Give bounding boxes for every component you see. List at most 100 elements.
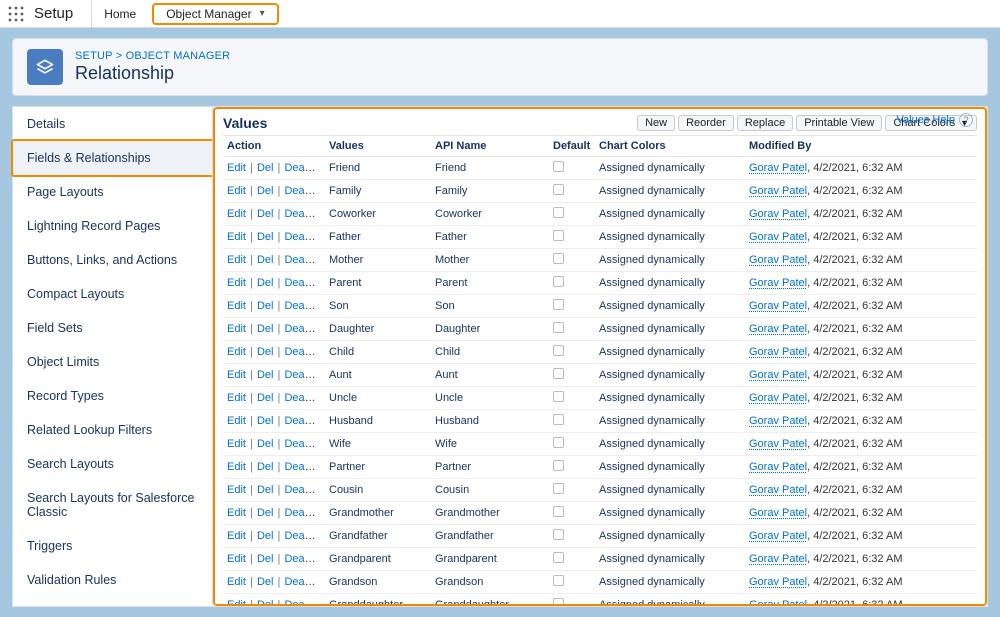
edit-link[interactable]: Edit xyxy=(227,231,246,243)
modified-by-link[interactable]: Gorav Patel xyxy=(749,162,807,174)
values-help-link[interactable]: Values Help xyxy=(897,114,956,126)
modified-by-link[interactable]: Gorav Patel xyxy=(749,576,807,588)
deactivate-link[interactable]: Deactivate xyxy=(284,254,325,266)
del-link[interactable]: Del xyxy=(257,277,274,289)
deactivate-link[interactable]: Deactivate xyxy=(284,484,325,496)
sidebar-item[interactable]: Triggers xyxy=(13,529,212,563)
del-link[interactable]: Del xyxy=(257,530,274,542)
sidebar-item[interactable]: Lightning Record Pages xyxy=(13,209,212,243)
modified-by-link[interactable]: Gorav Patel xyxy=(749,530,807,542)
deactivate-link[interactable]: Deactivate xyxy=(284,599,325,606)
deactivate-link[interactable]: Deactivate xyxy=(284,392,325,404)
edit-link[interactable]: Edit xyxy=(227,438,246,450)
modified-by-link[interactable]: Gorav Patel xyxy=(749,208,807,220)
modified-by-link[interactable]: Gorav Patel xyxy=(749,415,807,427)
del-link[interactable]: Del xyxy=(257,461,274,473)
modified-by-link[interactable]: Gorav Patel xyxy=(749,553,807,565)
del-link[interactable]: Del xyxy=(257,438,274,450)
reorder-button[interactable]: Reorder xyxy=(678,115,734,131)
del-link[interactable]: Del xyxy=(257,323,274,335)
del-link[interactable]: Del xyxy=(257,185,274,197)
modified-by-link[interactable]: Gorav Patel xyxy=(749,438,807,450)
deactivate-link[interactable]: Deactivate xyxy=(284,162,325,174)
deactivate-link[interactable]: Deactivate xyxy=(284,530,325,542)
del-link[interactable]: Del xyxy=(257,208,274,220)
sidebar-item[interactable]: Related Lookup Filters xyxy=(13,413,212,447)
edit-link[interactable]: Edit xyxy=(227,300,246,312)
deactivate-link[interactable]: Deactivate xyxy=(284,369,325,381)
modified-by-link[interactable]: Gorav Patel xyxy=(749,277,807,289)
sidebar-item[interactable]: Details xyxy=(13,107,212,141)
modified-by-link[interactable]: Gorav Patel xyxy=(749,346,807,358)
del-link[interactable]: Del xyxy=(257,415,274,427)
edit-link[interactable]: Edit xyxy=(227,369,246,381)
deactivate-link[interactable]: Deactivate xyxy=(284,576,325,588)
del-link[interactable]: Del xyxy=(257,162,274,174)
deactivate-link[interactable]: Deactivate xyxy=(284,277,325,289)
sidebar-item[interactable]: Page Layouts xyxy=(13,175,212,209)
help-icon[interactable]: ? xyxy=(959,113,973,127)
edit-link[interactable]: Edit xyxy=(227,323,246,335)
modified-by-link[interactable]: Gorav Patel xyxy=(749,392,807,404)
edit-link[interactable]: Edit xyxy=(227,392,246,404)
replace-button[interactable]: Replace xyxy=(737,115,793,131)
sidebar-item[interactable]: Field Sets xyxy=(13,311,212,345)
deactivate-link[interactable]: Deactivate xyxy=(284,553,325,565)
sidebar-item[interactable]: Fields & Relationships xyxy=(13,141,212,175)
edit-link[interactable]: Edit xyxy=(227,484,246,496)
printable-view-button[interactable]: Printable View xyxy=(796,115,882,131)
breadcrumb-object-manager[interactable]: OBJECT MANAGER xyxy=(126,50,231,62)
modified-by-link[interactable]: Gorav Patel xyxy=(749,323,807,335)
deactivate-link[interactable]: Deactivate xyxy=(284,231,325,243)
edit-link[interactable]: Edit xyxy=(227,415,246,427)
del-link[interactable]: Del xyxy=(257,576,274,588)
edit-link[interactable]: Edit xyxy=(227,277,246,289)
deactivate-link[interactable]: Deactivate xyxy=(284,346,325,358)
modified-by-link[interactable]: Gorav Patel xyxy=(749,484,807,496)
modified-by-link[interactable]: Gorav Patel xyxy=(749,507,807,519)
edit-link[interactable]: Edit xyxy=(227,208,246,220)
del-link[interactable]: Del xyxy=(257,346,274,358)
modified-by-link[interactable]: Gorav Patel xyxy=(749,254,807,266)
deactivate-link[interactable]: Deactivate xyxy=(284,461,325,473)
edit-link[interactable]: Edit xyxy=(227,461,246,473)
edit-link[interactable]: Edit xyxy=(227,599,246,606)
del-link[interactable]: Del xyxy=(257,231,274,243)
deactivate-link[interactable]: Deactivate xyxy=(284,438,325,450)
sidebar-item[interactable]: Validation Rules xyxy=(13,563,212,597)
del-link[interactable]: Del xyxy=(257,599,274,606)
sidebar-item[interactable]: Compact Layouts xyxy=(13,277,212,311)
edit-link[interactable]: Edit xyxy=(227,530,246,542)
modified-by-link[interactable]: Gorav Patel xyxy=(749,369,807,381)
del-link[interactable]: Del xyxy=(257,300,274,312)
deactivate-link[interactable]: Deactivate xyxy=(284,300,325,312)
del-link[interactable]: Del xyxy=(257,484,274,496)
del-link[interactable]: Del xyxy=(257,507,274,519)
del-link[interactable]: Del xyxy=(257,254,274,266)
deactivate-link[interactable]: Deactivate xyxy=(284,185,325,197)
deactivate-link[interactable]: Deactivate xyxy=(284,507,325,519)
sidebar-item[interactable]: Record Types xyxy=(13,379,212,413)
edit-link[interactable]: Edit xyxy=(227,576,246,588)
app-launcher-icon[interactable] xyxy=(6,4,26,24)
modified-by-link[interactable]: Gorav Patel xyxy=(749,461,807,473)
sidebar-item[interactable]: Object Limits xyxy=(13,345,212,379)
modified-by-link[interactable]: Gorav Patel xyxy=(749,231,807,243)
deactivate-link[interactable]: Deactivate xyxy=(284,323,325,335)
edit-link[interactable]: Edit xyxy=(227,507,246,519)
edit-link[interactable]: Edit xyxy=(227,162,246,174)
tab-home[interactable]: Home xyxy=(91,0,148,28)
del-link[interactable]: Del xyxy=(257,553,274,565)
modified-by-link[interactable]: Gorav Patel xyxy=(749,300,807,312)
edit-link[interactable]: Edit xyxy=(227,553,246,565)
modified-by-link[interactable]: Gorav Patel xyxy=(749,599,807,606)
sidebar-item[interactable]: Search Layouts for Salesforce Classic xyxy=(13,481,212,529)
del-link[interactable]: Del xyxy=(257,392,274,404)
breadcrumb-setup[interactable]: SETUP xyxy=(75,50,112,62)
deactivate-link[interactable]: Deactivate xyxy=(284,415,325,427)
sidebar-item[interactable]: Buttons, Links, and Actions xyxy=(13,243,212,277)
del-link[interactable]: Del xyxy=(257,369,274,381)
deactivate-link[interactable]: Deactivate xyxy=(284,208,325,220)
edit-link[interactable]: Edit xyxy=(227,254,246,266)
edit-link[interactable]: Edit xyxy=(227,185,246,197)
